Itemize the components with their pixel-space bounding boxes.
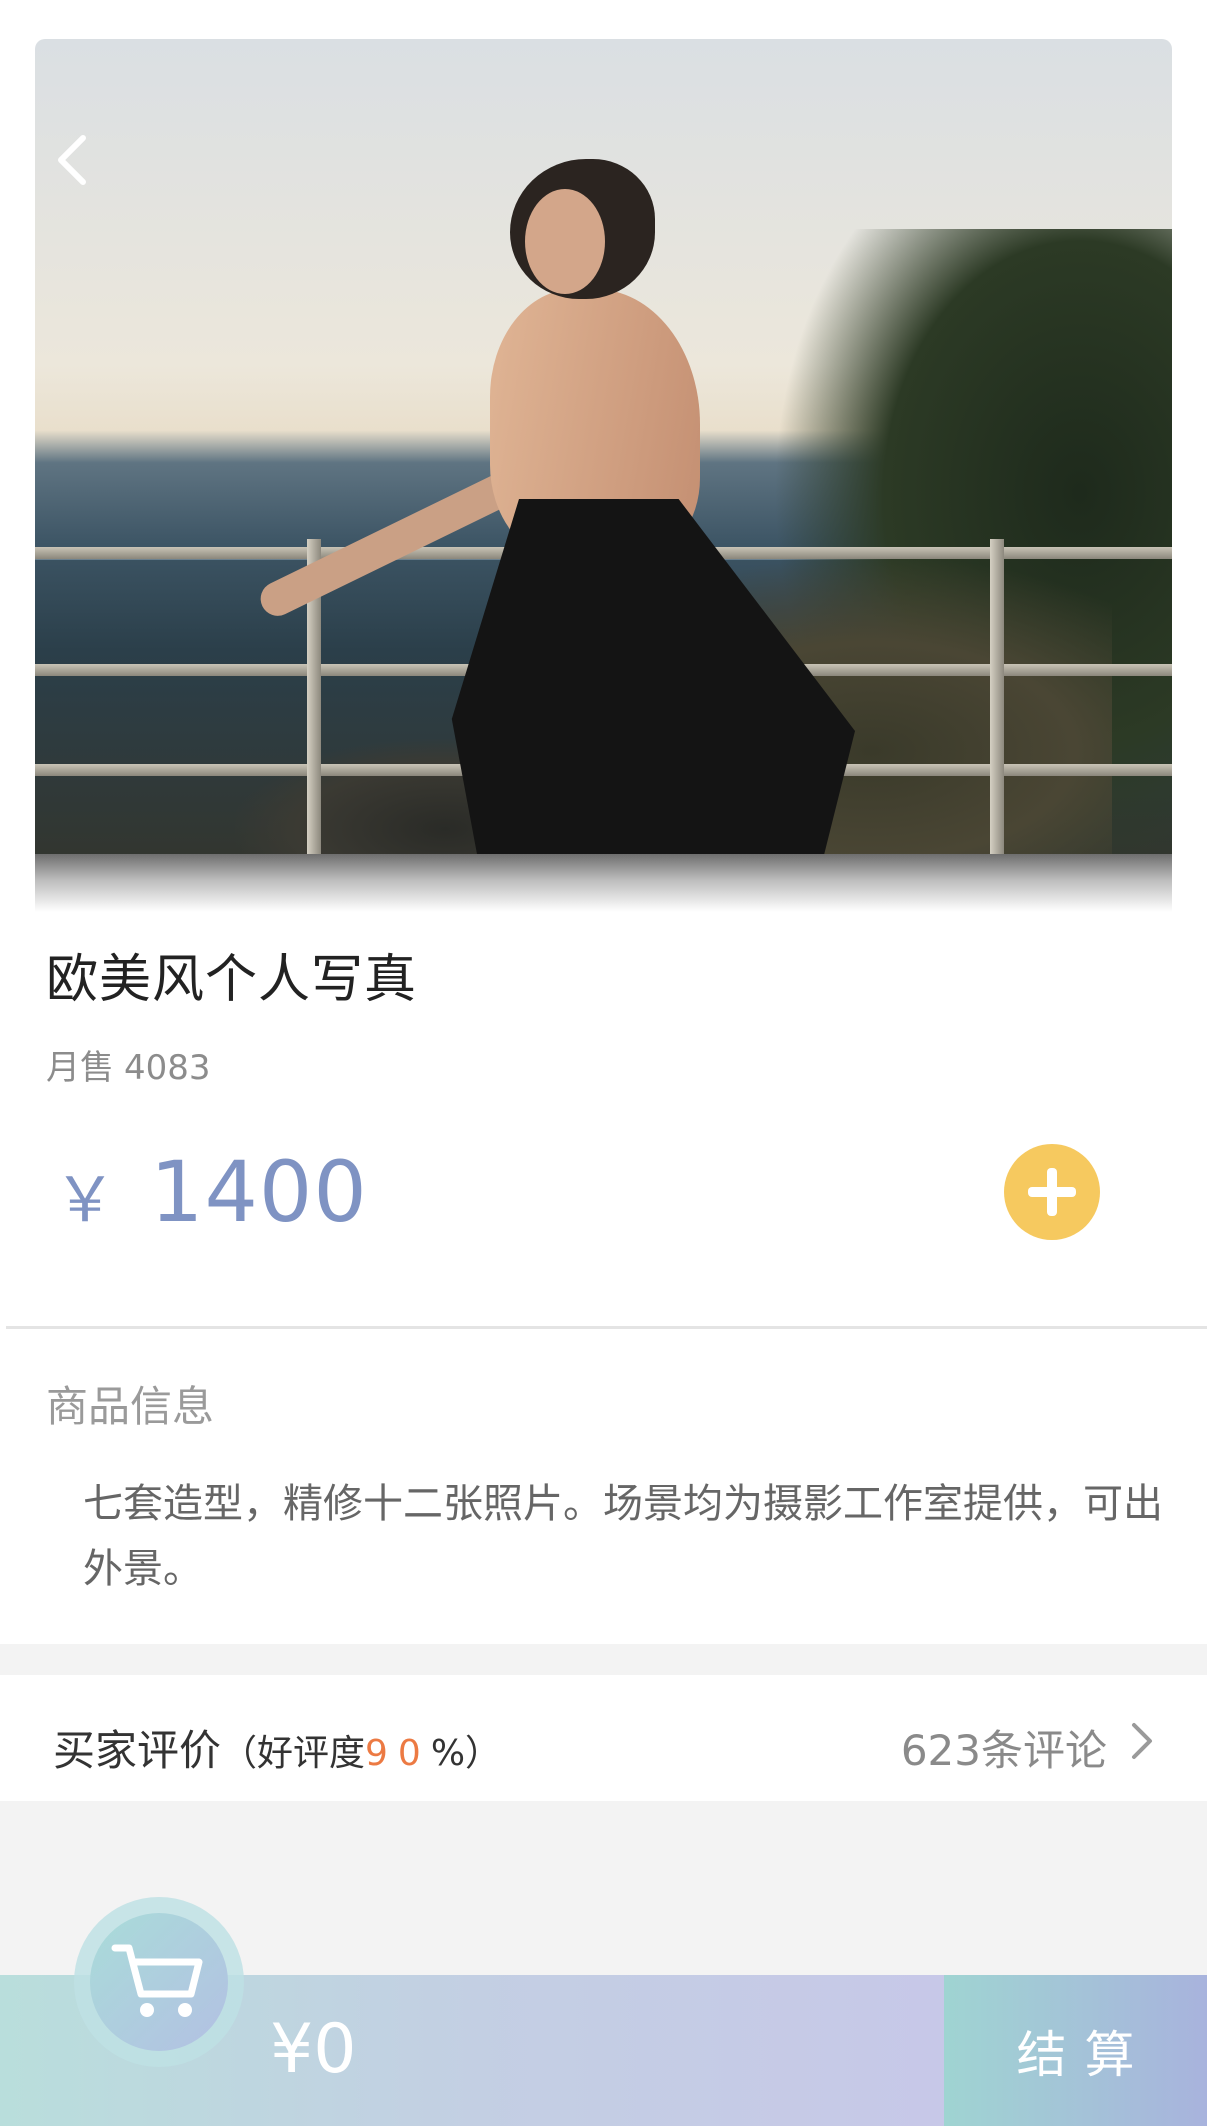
photo-shadow — [35, 854, 1172, 912]
buyer-reviews-row[interactable]: 买家评价（好评度90%） 623条评论 — [0, 1675, 1207, 1801]
cart-button[interactable] — [74, 1897, 244, 2067]
product-title: 欧美风个人写真 — [46, 950, 418, 1010]
checkout-button[interactable]: 结算 — [944, 1975, 1207, 2126]
divider — [6, 1326, 1207, 1329]
reviews-label-group: 买家评价（好评度90%） — [53, 1717, 501, 1778]
chevron-left-icon — [58, 135, 86, 185]
cart-total: ¥0 — [270, 2010, 357, 2089]
product-price: ￥ 1400 — [54, 1143, 368, 1241]
back-button[interactable] — [48, 130, 98, 190]
product-description: 七套造型，精修十二张照片。场景均为摄影工作室提供，可出外景。 — [83, 1481, 1163, 1592]
shopping-cart-icon — [111, 1944, 203, 2017]
product-photo — [35, 39, 1172, 854]
review-count: 623条评论 — [900, 1726, 1107, 1775]
rating-suffix: %） — [430, 1733, 502, 1774]
add-to-cart-button[interactable] — [1004, 1144, 1100, 1240]
price-value: 1400 — [150, 1143, 368, 1241]
sales-count: 4083 — [124, 1048, 211, 1088]
plus-icon — [1028, 1168, 1076, 1216]
currency-symbol: ￥ — [54, 1163, 117, 1236]
product-info-heading: 商品信息 — [46, 1382, 215, 1431]
rating-prefix: （好评度 — [221, 1733, 366, 1774]
checkout-label: 结算 — [1016, 2025, 1153, 2084]
sales-label: 月售 — [46, 1048, 114, 1088]
monthly-sales: 月售 4083 — [46, 1040, 211, 1089]
chevron-right-icon — [1132, 1723, 1152, 1759]
reviews-label: 买家评价 — [53, 1726, 222, 1775]
rating-value: 90 — [365, 1733, 431, 1774]
